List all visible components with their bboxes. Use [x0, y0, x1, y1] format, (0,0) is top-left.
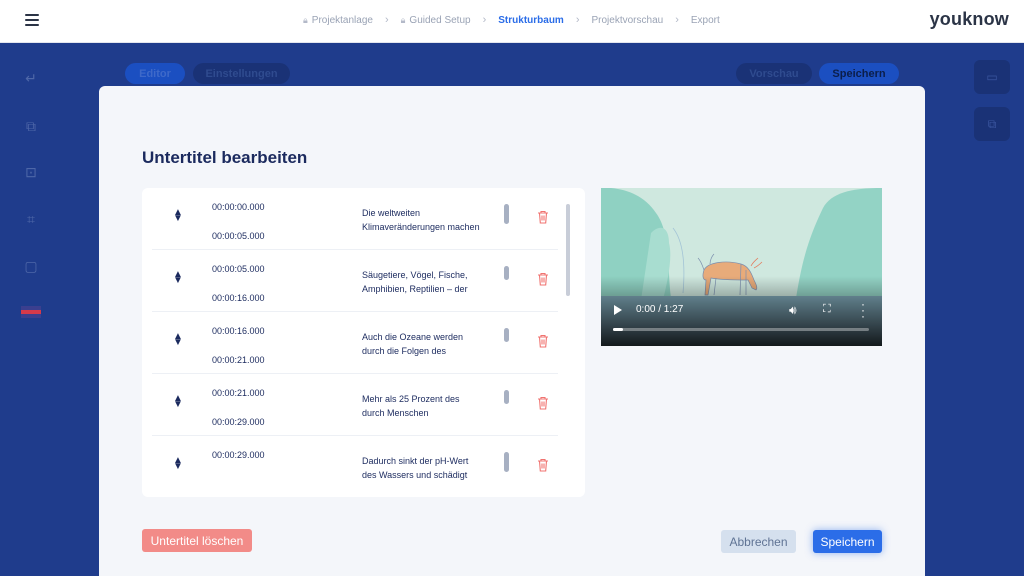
editor-tab[interactable]: Editor [125, 63, 185, 84]
subtitle-row: ▲ ▼ 00:00:00.000 00:00:05.000 Die weltwei… [152, 188, 558, 250]
comment-icon[interactable]: ▢ [22, 258, 40, 274]
volume-icon[interactable]: 🔊︎ [789, 303, 797, 318]
play-icon[interactable] [614, 305, 622, 315]
preview-button[interactable]: Vorschau [736, 63, 812, 84]
language-flag-icon[interactable] [21, 306, 41, 318]
drag-handle-icon[interactable]: ▲ ▼ [172, 270, 184, 286]
step-guided-setup[interactable]: 🔒︎ Guided Setup [401, 15, 471, 26]
trash-icon[interactable] [537, 210, 549, 224]
step-projektanlage[interactable]: 🔒︎ Projektanlage [303, 15, 373, 26]
trash-icon[interactable] [537, 272, 549, 286]
step-projektvorschau[interactable]: Projektvorschau [592, 15, 664, 26]
subtitle-text[interactable]: Die weltweiten Klimaveränderungen machen [362, 206, 482, 234]
delete-subtitles-button[interactable]: Untertitel löschen [142, 529, 252, 552]
subtitle-text[interactable]: Dadurch sinkt der pH-Wert des Wassers un… [362, 454, 482, 482]
menu-icon[interactable] [25, 14, 39, 26]
fullscreen-icon[interactable]: ⛶ [823, 303, 831, 316]
drag-handle-icon[interactable]: ▲ ▼ [172, 332, 184, 348]
step-export[interactable]: Export [691, 15, 720, 26]
start-time[interactable]: 00:00:29.000 [212, 450, 265, 460]
video-player[interactable]: 0:00 / 1:27 🔊︎ ⛶ · · · [601, 188, 882, 346]
subtitle-list: ▲ ▼ 00:00:00.000 00:00:05.000 Die weltwei… [142, 188, 585, 497]
drag-handle-icon[interactable]: ▲ ▼ [172, 394, 184, 410]
end-time[interactable]: 00:00:21.000 [212, 355, 265, 365]
link-icon[interactable]: ⊡ [22, 164, 40, 180]
modal-title: Untertitel bearbeiten [142, 148, 308, 167]
text-scrollbar[interactable] [504, 328, 509, 342]
settings-tab[interactable]: Einstellungen [193, 63, 290, 84]
lock-icon: 🔒︎ [303, 14, 308, 25]
trash-icon[interactable] [537, 396, 549, 410]
structure-icon[interactable]: ⧉ [22, 118, 40, 134]
trash-icon[interactable] [537, 334, 549, 348]
drag-handle-icon[interactable]: ▲ ▼ [172, 208, 184, 224]
frame-icon[interactable]: ⌗ [22, 211, 40, 227]
video-time: 0:00 / 1:27 [636, 304, 684, 315]
start-time[interactable]: 00:00:05.000 [212, 264, 265, 274]
chevron-right-icon: › [675, 14, 679, 26]
step-strukturbaum[interactable]: Strukturbaum [498, 15, 564, 26]
text-scrollbar[interactable] [504, 204, 509, 224]
video-progress-bar[interactable] [613, 328, 869, 331]
chevron-right-icon: › [384, 14, 389, 26]
subtitle-text[interactable]: Säugetiere, Vögel, Fische, Amphibien, Re… [362, 268, 482, 296]
background-save-button[interactable]: Speichern [819, 63, 899, 84]
drag-handle-icon[interactable]: ▲ ▼ [172, 456, 184, 472]
start-time[interactable]: 00:00:00.000 [212, 202, 265, 212]
start-time[interactable]: 00:00:21.000 [212, 388, 265, 398]
more-options-icon[interactable]: · · · [861, 298, 865, 322]
save-button[interactable]: Speichern [813, 530, 882, 553]
chevron-right-icon: › [575, 14, 580, 26]
text-scrollbar[interactable] [504, 452, 509, 472]
top-bar: 🔒︎ Projektanlage › 🔒︎ Guided Setup › Struk… [0, 0, 1024, 43]
brand-logo: youknow [929, 9, 1009, 29]
subtitle-text[interactable]: Auch die Ozeane werden durch die Folgen … [362, 330, 482, 358]
subtitle-row: ▲ ▼ 00:00:21.000 00:00:29.000 Mehr als 25… [152, 374, 558, 436]
cancel-button[interactable]: Abbrechen [721, 530, 796, 553]
start-time[interactable]: 00:00:16.000 [212, 326, 265, 336]
subtitle-row: ▲ ▼ 00:00:05.000 00:00:16.000 Säugetiere,… [152, 250, 558, 312]
end-time[interactable]: 00:00:16.000 [212, 293, 265, 303]
video-progress-fill [613, 328, 624, 331]
step-navigation: 🔒︎ Projektanlage › 🔒︎ Guided Setup › Struk… [303, 14, 720, 26]
chevron-right-icon: › [482, 14, 487, 26]
end-time[interactable]: 00:00:05.000 [212, 231, 265, 241]
panel-toggle-icon[interactable]: ▭ [974, 60, 1010, 94]
back-arrow-icon[interactable]: ↵ [22, 70, 40, 86]
trash-icon[interactable] [537, 458, 549, 472]
text-scrollbar[interactable] [504, 390, 509, 404]
list-scrollbar[interactable] [566, 204, 570, 296]
text-scrollbar[interactable] [504, 266, 509, 280]
subtitle-text[interactable]: Mehr als 25 Prozent des durch Menschen [362, 392, 482, 420]
subtitle-editor-modal: Untertitel bearbeiten ▲ ▼ 00:00:00.000 00… [99, 86, 925, 576]
subtitle-row: ▲ ▼ 00:00:29.000 Dadurch sinkt der pH-Wer… [152, 436, 558, 497]
end-time[interactable]: 00:00:29.000 [212, 417, 265, 427]
chat-icon[interactable]: ⧉ [974, 107, 1010, 141]
lock-icon: 🔒︎ [400, 14, 406, 25]
subtitle-row: ▲ ▼ 00:00:16.000 00:00:21.000 Auch die Oz… [152, 312, 558, 374]
